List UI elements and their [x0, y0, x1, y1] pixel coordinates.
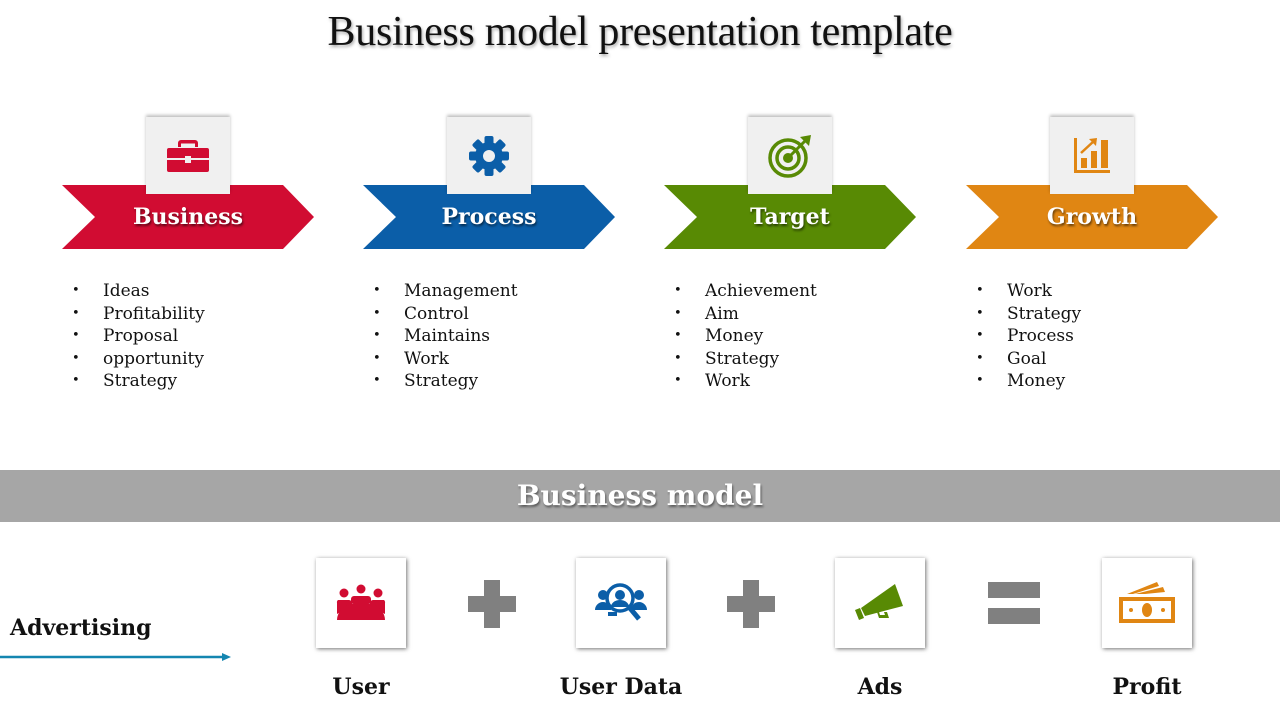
plus-icon	[468, 580, 516, 628]
growth-chart-icon	[1074, 137, 1110, 173]
ads-box	[835, 558, 925, 648]
user-data-box	[576, 558, 666, 648]
list-item: Ideas	[72, 280, 205, 303]
stage-icon-box	[748, 117, 832, 194]
stage-target: Target Achievement Aim Money Strategy Wo…	[664, 0, 924, 460]
list-item: Work	[373, 348, 518, 371]
user-search-icon	[595, 583, 647, 621]
target-icon	[768, 134, 811, 178]
list-item: Achievement	[674, 280, 817, 303]
profit-box	[1102, 558, 1192, 648]
money-icon	[1119, 582, 1175, 623]
stage-items: Work Strategy Process Goal Money	[976, 280, 1081, 393]
list-item: Money	[674, 325, 817, 348]
list-item: Proposal	[72, 325, 205, 348]
stage-icon-box	[1050, 117, 1134, 194]
list-item: Strategy	[373, 370, 518, 393]
advertising-arrow	[0, 653, 231, 661]
list-item: opportunity	[72, 348, 205, 371]
stage-label: Target	[750, 204, 830, 230]
stage-business: Business Ideas Profitability Proposal op…	[62, 0, 322, 460]
list-item: Money	[976, 370, 1081, 393]
stage-process: Process Managem	[363, 0, 623, 460]
list-item: Work	[674, 370, 817, 393]
user-label: User	[332, 674, 390, 700]
list-item: Maintains	[373, 325, 518, 348]
megaphone-icon	[855, 584, 903, 620]
gear-icon	[469, 135, 509, 176]
list-item: Strategy	[674, 348, 817, 371]
list-item: Control	[373, 303, 518, 326]
equals-icon	[988, 582, 1040, 624]
list-item: Process	[976, 325, 1081, 348]
business-model-band: Business model	[0, 470, 1280, 522]
user-data-label: User Data	[559, 674, 683, 700]
plus-icon	[727, 580, 775, 628]
stage-items: Ideas Profitability Proposal opportunity…	[72, 280, 205, 393]
stage-growth: Growth Work Strategy Process Goal Money	[966, 0, 1226, 460]
profit-label: Profit	[1112, 674, 1182, 700]
stage-label: Business	[132, 204, 244, 230]
list-item: Goal	[976, 348, 1081, 371]
list-item: Aim	[674, 303, 817, 326]
stage-icon-box	[146, 117, 230, 194]
stage-items: Achievement Aim Money Strategy Work	[674, 280, 817, 393]
ads-label: Ads	[857, 674, 903, 700]
list-item: Profitability	[72, 303, 205, 326]
group-meeting-icon	[336, 584, 386, 620]
stage-label: Growth	[1046, 204, 1138, 230]
advertising-label: Advertising	[10, 615, 152, 641]
stage-label: Process	[441, 204, 537, 230]
user-box	[316, 558, 406, 648]
list-item: Work	[976, 280, 1081, 303]
stage-items: Management Control Maintains Work Strate…	[373, 280, 518, 393]
list-item: Strategy	[72, 370, 205, 393]
list-item: Management	[373, 280, 518, 303]
list-item: Strategy	[976, 303, 1081, 326]
stage-icon-box	[447, 117, 531, 194]
briefcase-icon	[167, 139, 209, 172]
